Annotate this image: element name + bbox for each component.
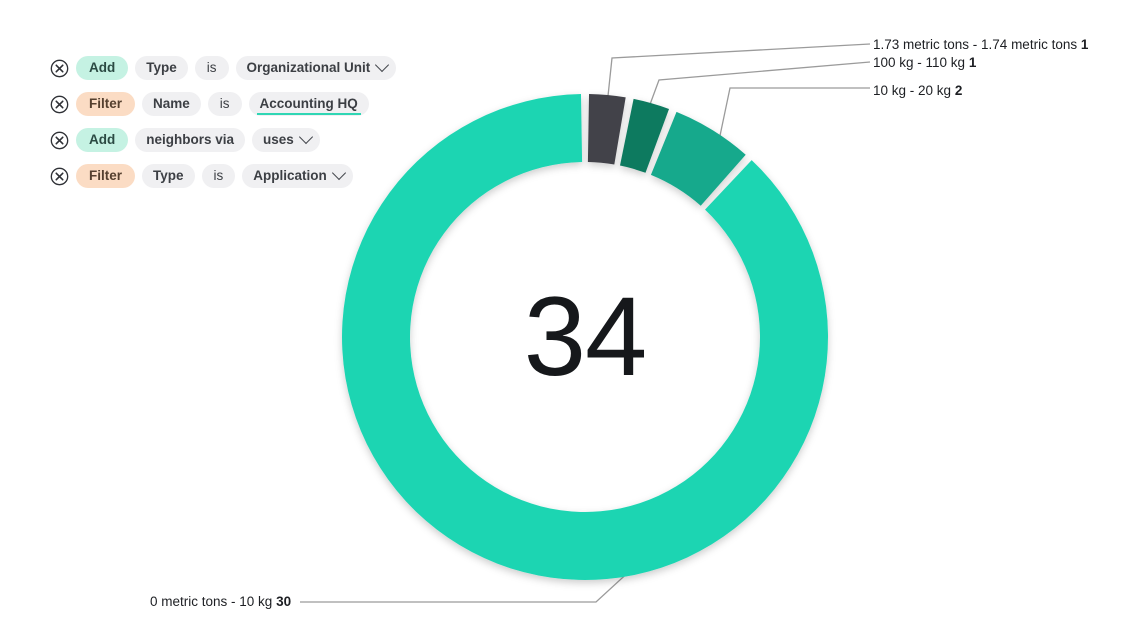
donut-segment[interactable] [587, 94, 626, 165]
leader-line [644, 61, 871, 119]
callout-count: 1 [1080, 37, 1089, 52]
callout-text: 10 kg - 20 kg [873, 83, 952, 98]
callout-count: 2 [954, 83, 963, 98]
callout-text: 1.73 metric tons - 1.74 metric tons [873, 37, 1078, 52]
callout-label: 0 metric tons - 10 kg 30 [150, 593, 291, 610]
callout-label: 10 kg - 20 kg 2 [873, 82, 962, 99]
callout-label: 100 kg - 110 kg 1 [873, 54, 976, 71]
callout-count: 1 [968, 55, 977, 70]
donut-center-total: 34 [523, 274, 648, 399]
callout-count: 30 [276, 594, 292, 609]
callout-text: 0 metric tons - 10 kg [150, 594, 273, 609]
leader-line [716, 87, 870, 151]
callout-label: 1.73 metric tons - 1.74 metric tons 1 [873, 36, 1088, 53]
callout-text: 100 kg - 110 kg [873, 55, 966, 70]
